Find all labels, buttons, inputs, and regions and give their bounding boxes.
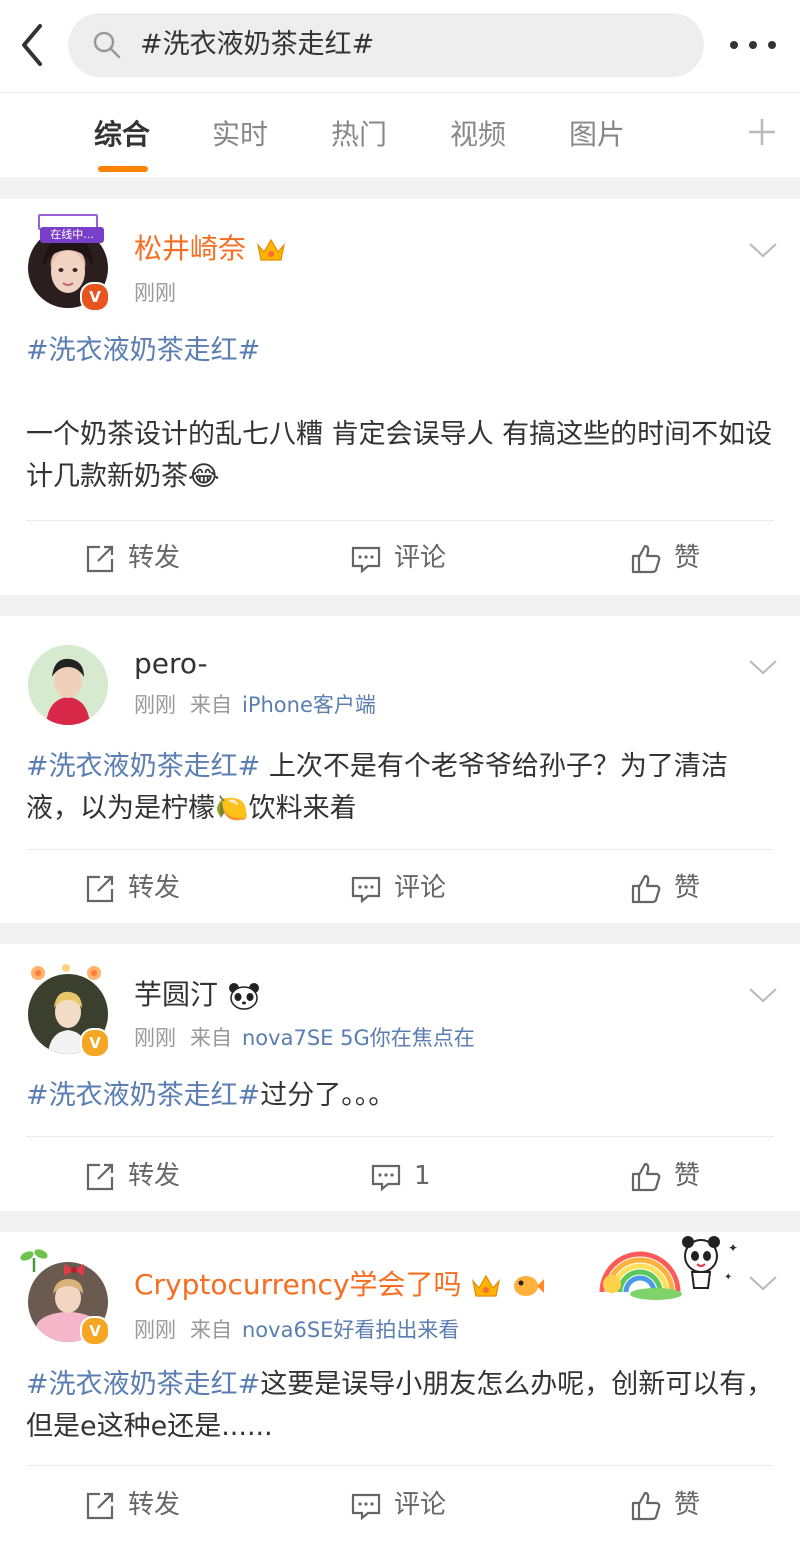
post-time: 刚刚: [134, 281, 176, 305]
search-query: #洗衣液奶茶走红#: [140, 29, 375, 60]
more-options-button[interactable]: [728, 32, 778, 58]
sprout-icon: [20, 1249, 48, 1272]
post-body: #洗衣液奶茶走红#这要是误导小朋友怎么办呢，创新可以有，但是e这种e还是....…: [26, 1369, 774, 1442]
svg-text:✦: ✦: [728, 1241, 738, 1255]
tab-video[interactable]: 视频: [450, 117, 506, 153]
post-body: 一个奶茶设计的乱七八糟 肯定会误导人 有搞这些的时间不如设计几款新奶茶😂: [26, 419, 773, 492]
more-dot-icon: [730, 41, 738, 49]
repost-icon: [86, 1163, 114, 1191]
comment-icon: [351, 1493, 381, 1521]
tab-comprehensive[interactable]: 综合: [94, 117, 150, 153]
panda-emoji-icon: [228, 983, 259, 1010]
chevron-down-icon[interactable]: [748, 658, 778, 676]
post-hashtag-line[interactable]: #洗衣液奶茶走红#: [26, 330, 776, 372]
live-status-badge: 在线中...: [40, 227, 104, 243]
more-dot-icon: [749, 41, 757, 49]
plus-icon: [749, 119, 775, 145]
repost-icon: [86, 1492, 114, 1520]
thumbs-up-icon: [631, 544, 661, 574]
back-arrow-icon: [22, 24, 42, 66]
post-source-link[interactable]: iPhone客户端: [242, 693, 376, 717]
verified-badge-icon: V: [80, 1316, 110, 1346]
avatar-image-icon: [28, 645, 108, 725]
tab-hot[interactable]: 热门: [331, 117, 387, 153]
top-bar: #洗衣液奶茶走红#: [0, 0, 800, 93]
username[interactable]: 松井崎奈: [134, 231, 287, 267]
hashtag-link[interactable]: #洗衣液奶茶走红#: [26, 335, 260, 366]
thumbs-up-icon: [631, 1162, 661, 1192]
divider: [26, 1136, 774, 1137]
tab-realtime[interactable]: 实时: [212, 117, 268, 153]
add-tab-button[interactable]: [746, 116, 778, 148]
rainbow-panda-sticker-icon: ✦ ✦: [599, 1236, 738, 1300]
post-source-link[interactable]: nova6SE好看拍出来看: [242, 1318, 459, 1342]
post-meta: 刚刚 来自 nova6SE好看拍出来看: [134, 1318, 460, 1342]
post-meta: 刚刚 来自 iPhone客户端: [134, 693, 376, 717]
hashtag-link[interactable]: #洗衣液奶茶走红#: [26, 1080, 260, 1111]
flower-frame-icon: [31, 964, 101, 980]
comment-count: 1: [414, 1161, 431, 1191]
crown-vip-icon: [256, 238, 285, 261]
post-body: #洗衣液奶茶走红#过分了。。。: [26, 1080, 396, 1111]
tab-images[interactable]: 图片: [569, 117, 625, 153]
verified-badge-icon: V: [80, 1028, 110, 1058]
comment-icon: [351, 876, 381, 904]
post-card: 在线中... V 松井崎奈 刚刚 #洗衣液奶茶走红# 一个奶茶设计的乱七八糟 肯…: [0, 199, 800, 595]
post-body: #洗衣液奶茶走红# 上次不是有个老爷爷给孙子？为了清洁液，以为是柠檬🍋饮料来着: [26, 751, 728, 824]
search-input[interactable]: #洗衣液奶茶走红#: [68, 13, 704, 77]
more-dot-icon: [768, 41, 776, 49]
crown-vip-icon: [472, 1274, 501, 1297]
thumbs-up-icon: [631, 1491, 661, 1521]
divider: [26, 1465, 774, 1466]
bow-icon: [64, 1264, 84, 1276]
post-card: V 芋圆汀 刚刚 来自 nova7SE 5G你在焦点在 #洗衣液奶茶走红#过分了。。…: [0, 944, 800, 1211]
chevron-down-icon[interactable]: [748, 241, 778, 259]
divider: [26, 520, 774, 521]
username[interactable]: pero-: [134, 646, 208, 682]
search-icon: [93, 31, 121, 59]
chevron-down-icon[interactable]: [748, 1274, 778, 1292]
svg-text:✦: ✦: [724, 1272, 732, 1283]
username[interactable]: 芋圆汀: [134, 977, 261, 1013]
comment-icon: [371, 1164, 401, 1192]
comment-icon: [351, 546, 381, 574]
avatar[interactable]: [28, 645, 108, 725]
thumbs-up-icon: [631, 874, 661, 904]
post-card: V Cryptocurrency学会了吗 刚刚 来自 nova6SE好看拍出来看 ✦…: [0, 1232, 800, 1554]
hashtag-link[interactable]: #洗衣液奶茶走红#: [26, 751, 260, 782]
repost-icon: [86, 545, 114, 573]
chevron-down-icon[interactable]: [748, 986, 778, 1004]
back-button[interactable]: [14, 22, 54, 68]
divider: [26, 849, 774, 850]
repost-icon: [86, 875, 114, 903]
post-meta: 刚刚 来自 nova7SE 5G你在焦点在: [134, 1026, 475, 1050]
post-source-link[interactable]: nova7SE 5G你在焦点在: [242, 1026, 475, 1050]
username[interactable]: Cryptocurrency学会了吗: [134, 1267, 545, 1303]
verified-badge-icon: V: [80, 282, 110, 312]
hashtag-link[interactable]: #洗衣液奶茶走红#: [26, 1369, 260, 1400]
post-card: pero- 刚刚 来自 iPhone客户端 #洗衣液奶茶走红# 上次不是有个老爷爷给…: [0, 616, 800, 923]
fish-emoji-icon: [514, 1276, 545, 1296]
active-tab-indicator: [98, 166, 148, 172]
